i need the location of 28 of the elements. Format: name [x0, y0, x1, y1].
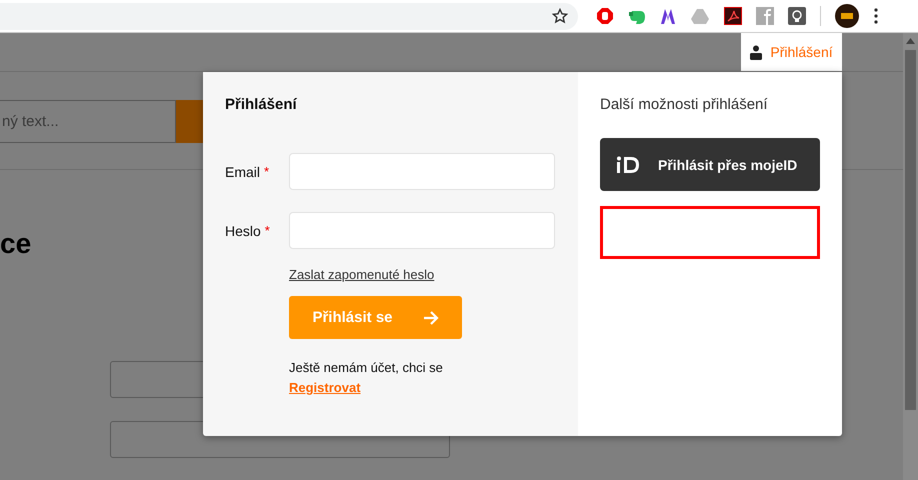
id-logo-icon: [616, 156, 640, 174]
avatar-icon[interactable]: [835, 4, 859, 28]
page-heading: ce: [0, 228, 32, 260]
scrollbar[interactable]: [903, 33, 918, 480]
scroll-up-icon[interactable]: [906, 38, 915, 44]
user-icon: [750, 44, 762, 60]
star-icon[interactable]: [552, 8, 568, 24]
section-title: Další možnosti přihlášení: [600, 96, 769, 114]
login-button[interactable]: Přihlásit se: [289, 296, 462, 339]
pdf-icon[interactable]: [724, 7, 742, 25]
required-mark: *: [264, 164, 270, 178]
square-f-icon[interactable]: [756, 7, 774, 25]
menu-icon[interactable]: [873, 8, 879, 24]
arrow-right-icon: [422, 310, 439, 324]
field-label: Heslo: [225, 222, 261, 238]
field-label: Email: [225, 164, 260, 180]
dialog-title: Přihlášení: [225, 96, 298, 114]
login-tab[interactable]: Přihlášení: [741, 33, 842, 71]
register-link[interactable]: Registrovat: [289, 378, 361, 398]
required-mark: *: [264, 222, 270, 238]
login-option-button[interactable]: [600, 206, 820, 259]
register-prompt: Ještě nemám účet, chci se: [289, 359, 444, 377]
scroll-thumb[interactable]: [905, 50, 916, 410]
stripes-icon[interactable]: [660, 7, 676, 25]
forgot-password-link[interactable]: Zaslat zapomenuté heslo: [289, 267, 434, 282]
mojeid-login-button[interactable]: Přihlásit přes mojeID: [600, 138, 820, 191]
bulb-icon[interactable]: [788, 7, 806, 25]
search-field[interactable]: ný text...: [0, 100, 176, 143]
